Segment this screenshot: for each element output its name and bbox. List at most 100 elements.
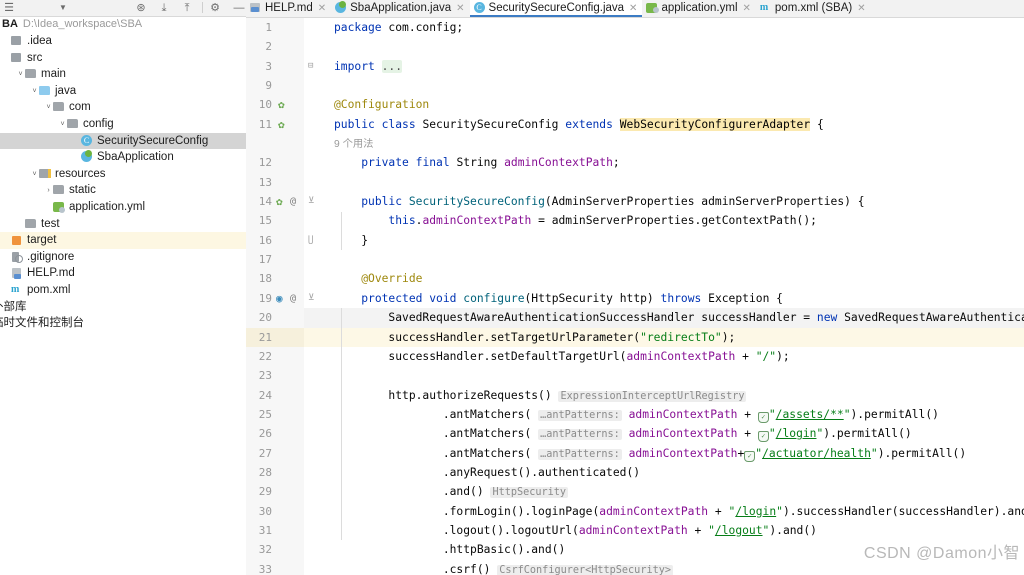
chevron-down-icon[interactable]: ˅ bbox=[58, 117, 67, 133]
line-number: 2 bbox=[265, 40, 272, 54]
code-fold-toggle[interactable]: ⊻ bbox=[308, 289, 315, 308]
tree-item-static[interactable]: › static bbox=[0, 182, 246, 199]
code-fold-toggle[interactable]: ⊟ bbox=[308, 57, 313, 76]
tree-item-test[interactable]: test bbox=[0, 216, 246, 233]
tree-item-target[interactable]: target bbox=[0, 232, 246, 249]
editor-tab-securitysecureconfig-java[interactable]: C SecuritySecureConfig.java ✕ bbox=[469, 0, 643, 17]
editor-tab-help-md[interactable]: HELP.md ✕ bbox=[246, 0, 331, 17]
code-line-row[interactable]: 20 SavedRequestAwareAuthenticationSucces… bbox=[246, 308, 1024, 328]
code-line-row[interactable]: 18 @Override bbox=[246, 269, 1024, 289]
spring-bean-gutter-icon[interactable]: ✿ bbox=[278, 115, 285, 134]
code-fold-toggle[interactable]: ⋃ bbox=[308, 231, 313, 250]
code-line-row[interactable]: 31 .logout().logoutUrl(adminContextPath … bbox=[246, 520, 1024, 541]
tree-item-sbaapplication[interactable]: SbaApplication bbox=[0, 149, 246, 166]
tree-item-bottom-1[interactable]: 临时文件和控制台 bbox=[0, 315, 246, 332]
expand-all-icon[interactable]: ⤓ bbox=[157, 1, 171, 15]
tree-item-resources[interactable]: ˅ resources bbox=[0, 166, 246, 183]
tree-item-main[interactable]: ˅ main bbox=[0, 66, 246, 83]
tree-item-src[interactable]: src bbox=[0, 50, 246, 67]
resources-folder-icon bbox=[39, 168, 52, 179]
chevron-down-icon[interactable]: ˅ bbox=[16, 67, 25, 83]
code-line-row[interactable]: 21 successHandler.setTargetUrlParameter(… bbox=[246, 327, 1024, 347]
tree-item-com[interactable]: ˅ com bbox=[0, 99, 246, 116]
java-class-icon: C bbox=[473, 2, 486, 13]
code-line-row[interactable]: 12 private final String adminContextPath… bbox=[246, 153, 1024, 173]
tree-item-help-md[interactable]: HELP.md bbox=[0, 265, 246, 282]
line-number: 1 bbox=[265, 21, 272, 34]
tree-item-idea[interactable]: .idea bbox=[0, 33, 246, 50]
annotation-gutter-icon[interactable]: @ bbox=[290, 192, 296, 211]
chevron-down-icon[interactable]: ˅ bbox=[30, 84, 39, 100]
code-line-row[interactable]: 27 .antMatchers( …antPatterns: adminCont… bbox=[246, 443, 1024, 463]
code-line-row[interactable]: 17 bbox=[246, 250, 1024, 270]
code-line-row[interactable]: 28 .anyRequest().authenticated() bbox=[246, 462, 1024, 483]
code-line-row[interactable]: 29 .and() HttpSecurity bbox=[246, 482, 1024, 502]
code-line-row[interactable]: 10 ✿ @Configuration bbox=[246, 95, 1024, 115]
code-line-row[interactable]: 9 bbox=[246, 76, 1024, 96]
spring-bean-gutter-icon[interactable]: ✿ bbox=[278, 95, 285, 114]
project-view-icon[interactable]: ☰ bbox=[2, 1, 16, 15]
code-text: .antMatchers( …antPatterns: adminContext… bbox=[442, 427, 912, 443]
close-icon[interactable]: ✕ bbox=[318, 1, 326, 17]
tree-item-config[interactable]: ˅ config bbox=[0, 116, 246, 133]
collapse-all-icon[interactable]: ⤒ bbox=[180, 1, 194, 15]
tree-item-pom-xml[interactable]: m pom.xml bbox=[0, 282, 246, 299]
line-number: 23 bbox=[258, 369, 272, 383]
tree-item-label: pom.xml bbox=[27, 283, 71, 296]
code-text: http.authorizeRequests() ExpressionInter… bbox=[388, 388, 747, 402]
code-editor[interactable]: 1 package com.config; 2 3 ⊟ import ... 9 10 ✿ @Co… bbox=[246, 18, 1024, 575]
hide-panel-icon[interactable]: — bbox=[232, 1, 246, 15]
code-line-row[interactable]: 1 package com.config; bbox=[246, 18, 1024, 38]
code-line-row[interactable]: 3 ⊟ import ... bbox=[246, 56, 1024, 77]
code-line-row[interactable]: 11 ✿ public class SecuritySecureConfig ext… bbox=[246, 114, 1024, 135]
package-icon bbox=[53, 101, 66, 112]
close-icon[interactable]: ✕ bbox=[743, 1, 751, 17]
chevron-down-icon[interactable]: ˅ bbox=[30, 167, 39, 183]
code-line-row[interactable]: 14 ✿ @ ⊻ public SecuritySecureConfig(AdminS… bbox=[246, 192, 1024, 212]
tree-item-java[interactable]: ˅ java bbox=[0, 83, 246, 100]
locate-icon[interactable]: ⊛ bbox=[134, 1, 148, 15]
code-line-row[interactable]: 25 .antMatchers( …antPatterns: adminCont… bbox=[246, 404, 1024, 425]
spring-boot-class-icon bbox=[81, 150, 94, 163]
code-line-row[interactable]: 16 ⋃ } bbox=[246, 230, 1024, 251]
chevron-right-icon[interactable]: › bbox=[44, 183, 53, 199]
editor-tab-sbaapplication-java[interactable]: SbaApplication.java ✕ bbox=[331, 0, 469, 17]
target-folder-icon bbox=[11, 234, 24, 246]
tree-item-bottom-0[interactable]: 外部库 bbox=[0, 299, 246, 316]
code-line-row[interactable]: 26 .antMatchers( …antPatterns: adminCont… bbox=[246, 424, 1024, 444]
spring-bean-gutter-icon[interactable]: ✿ bbox=[276, 192, 283, 211]
close-icon[interactable]: ✕ bbox=[629, 1, 637, 17]
code-text: .antMatchers( …antPatterns: adminContext… bbox=[442, 407, 939, 423]
code-line-row[interactable]: 2 bbox=[246, 37, 1024, 57]
override-gutter-icon[interactable]: ◉ bbox=[276, 289, 283, 308]
code-line-row[interactable]: 15 this.adminContextPath = adminServerPr… bbox=[246, 211, 1024, 231]
tree-item-application-yml[interactable]: application.yml bbox=[0, 199, 246, 216]
settings-gear-icon[interactable]: ⚙ bbox=[208, 1, 222, 15]
tree-item-gitignore[interactable]: .gitignore bbox=[0, 249, 246, 266]
tree-item-label: SbaApplication bbox=[97, 151, 174, 164]
editor-tab-pom-xml-sba[interactable]: m pom.xml (SBA) ✕ bbox=[756, 0, 871, 17]
close-icon[interactable]: ✕ bbox=[456, 1, 464, 17]
tree-item-label: java bbox=[55, 84, 77, 97]
annotation-gutter-icon[interactable]: @ bbox=[290, 289, 296, 308]
code-line-row[interactable]: 30 .formLogin().loginPage(adminContextPa… bbox=[246, 501, 1024, 521]
watermark-text: CSDN @Damon小智 bbox=[863, 545, 1020, 562]
project-root-row[interactable]: BA D:\Idea_workspace\SBA bbox=[0, 16, 246, 33]
chevron-down-icon[interactable]: ▼ bbox=[56, 1, 70, 15]
editor-tab-label: SecuritySecureConfig.java bbox=[488, 2, 625, 14]
line-number: 31 bbox=[258, 523, 272, 537]
line-number: 15 bbox=[258, 214, 272, 228]
editor-tab-application-yml[interactable]: application.yml ✕ bbox=[642, 0, 755, 17]
tree-item-securitysecureconfig[interactable]: C SecuritySecureConfig bbox=[0, 132, 246, 150]
code-line-row[interactable]: 23 bbox=[246, 366, 1024, 386]
close-icon[interactable]: ✕ bbox=[857, 1, 865, 17]
code-line-row[interactable]: 19 ◉ @ ⊻ protected void configure(HttpSecur… bbox=[246, 288, 1024, 309]
tree-item-label: config bbox=[83, 117, 114, 130]
java-class-icon: C bbox=[81, 134, 94, 146]
code-line-row[interactable]: 13 bbox=[246, 172, 1024, 193]
code-line-row[interactable]: 24 http.authorizeRequests() ExpressionIn… bbox=[246, 385, 1024, 405]
chevron-down-icon[interactable]: ˅ bbox=[44, 100, 53, 116]
code-fold-toggle[interactable]: ⊻ bbox=[308, 192, 315, 211]
code-text: import ... bbox=[334, 59, 403, 73]
code-line-row[interactable]: 22 successHandler.setDefaultTargetUrl(ad… bbox=[246, 346, 1024, 367]
